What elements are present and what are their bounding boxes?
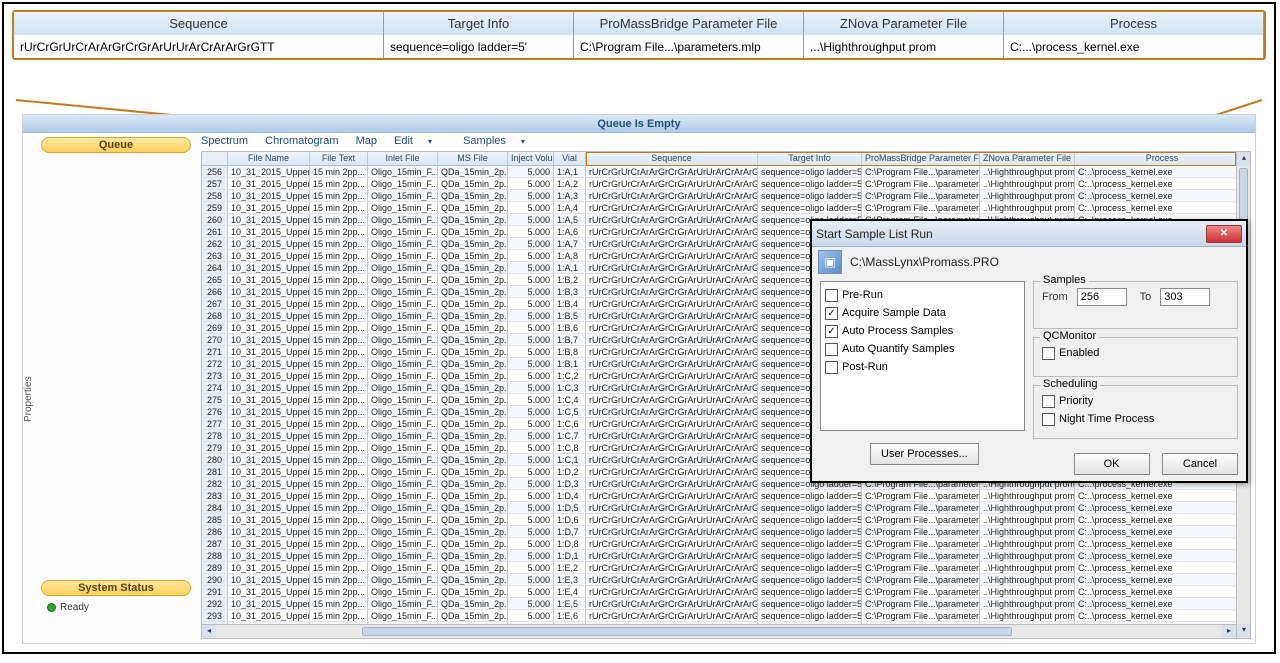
menu-edit[interactable]: Edit▾ [394, 135, 446, 147]
scroll-down-icon[interactable]: ▾ [1237, 624, 1251, 638]
chevron-down-icon: ▾ [428, 137, 432, 146]
checkbox-icon[interactable] [1042, 395, 1055, 408]
menu-chromatogram[interactable]: Chromatogram [265, 135, 338, 147]
hdr-injectvol[interactable]: Inject Volume [508, 152, 554, 165]
table-row[interactable]: 25610_31_2015_Upper...15 min 2pp...Oligo… [202, 166, 1250, 178]
table-row[interactable]: 29110_31_2015_Upper...15 min 2pp...Oligo… [202, 586, 1250, 598]
menu-samples[interactable]: Samples▾ [463, 135, 539, 147]
zoom-val-zn: ...\Highthroughput prom [804, 35, 1004, 58]
grid-header: File Name File Text Inlet File MS File I… [202, 152, 1250, 166]
checkbox-icon[interactable] [825, 361, 838, 374]
table-row[interactable]: 25910_31_2015_Upper...15 min 2pp...Oligo… [202, 202, 1250, 214]
sched-priority[interactable]: Priority [1042, 392, 1229, 410]
checkbox-icon[interactable]: ✓ [825, 307, 838, 320]
table-row[interactable]: 29210_31_2015_Upper...15 min 2pp...Oligo… [202, 598, 1250, 610]
menu-bar: Spectrum Chromatogram Map Edit▾ Samples▾ [201, 135, 553, 147]
opt-postrun[interactable]: Post-Run [825, 358, 1020, 376]
checkbox-icon[interactable]: ✓ [825, 325, 838, 338]
ready-label: Ready [60, 602, 89, 613]
zoom-hdr-target: Target Info [384, 12, 574, 35]
zoom-val-sequence: rUrCrGrUrCrArArGrCrGrArUrUrArCrArArGrGTT [14, 35, 384, 58]
hdr-filetext[interactable]: File Text [310, 152, 368, 165]
zoom-hdr-zn: ZNova Parameter File [804, 12, 1004, 35]
opt-autoquantify[interactable]: Auto Quantify Samples [825, 340, 1020, 358]
from-input[interactable] [1077, 288, 1127, 306]
queue-title: Queue Is Empty [23, 115, 1255, 133]
samples-label: Samples [1040, 274, 1089, 286]
qc-label: QCMonitor [1040, 330, 1099, 342]
zoom-hdr-sequence: Sequence [14, 12, 384, 35]
zoom-val-pm: C:\Program File...\parameters.mlp [574, 35, 804, 58]
queue-pill[interactable]: Queue [41, 137, 191, 153]
scroll-right-icon[interactable]: ▸ [1222, 625, 1236, 639]
chevron-down-icon: ▾ [521, 137, 525, 146]
hdr-process[interactable]: Process [1075, 152, 1250, 165]
status-dot-icon [47, 603, 56, 612]
scroll-thumb[interactable] [362, 627, 1012, 636]
opt-prerun[interactable]: Pre-Run [825, 286, 1020, 304]
checkbox-icon[interactable] [1042, 347, 1055, 360]
from-label: From [1042, 291, 1068, 303]
qc-enabled[interactable]: Enabled [1042, 344, 1229, 362]
to-input[interactable] [1160, 288, 1210, 306]
table-row[interactable]: 28810_31_2015_Upper...15 min 2pp...Oligo… [202, 550, 1250, 562]
cancel-button[interactable]: Cancel [1162, 453, 1238, 475]
table-row[interactable]: 28610_31_2015_Upper...15 min 2pp...Oligo… [202, 526, 1250, 538]
table-row[interactable]: 28710_31_2015_Upper...15 min 2pp...Oligo… [202, 538, 1250, 550]
opt-acquire[interactable]: ✓Acquire Sample Data [825, 304, 1020, 322]
table-row[interactable]: 28910_31_2015_Upper...15 min 2pp...Oligo… [202, 562, 1250, 574]
checkbox-icon[interactable] [825, 289, 838, 302]
horizontal-scrollbar[interactable]: ◂ ▸ [202, 624, 1236, 638]
project-path: C:\MassLynx\Promass.PRO [850, 255, 999, 269]
zoom-hdr-pm: ProMassBridge Parameter File [574, 12, 804, 35]
zoom-callout: Sequence rUrCrGrUrCrArArGrCrGrArUrUrArCr… [12, 10, 1266, 60]
hdr-sequence[interactable]: Sequence [586, 152, 758, 165]
dialog-title: Start Sample List Run [816, 227, 933, 241]
hdr-znfile[interactable]: ZNova Parameter File [980, 152, 1075, 165]
sched-label: Scheduling [1040, 378, 1100, 390]
hdr-vial[interactable]: Vial [554, 152, 586, 165]
checkbox-icon[interactable] [825, 343, 838, 356]
to-label: To [1140, 291, 1152, 303]
hdr-filename[interactable]: File Name [228, 152, 310, 165]
scroll-left-icon[interactable]: ◂ [202, 625, 216, 639]
options-list: Pre-Run ✓Acquire Sample Data ✓Auto Proce… [820, 281, 1025, 431]
table-row[interactable]: 28310_31_2015_Upper...15 min 2pp...Oligo… [202, 490, 1250, 502]
start-run-dialog: Start Sample List Run ✕ ▣ C:\MassLynx\Pr… [810, 219, 1248, 483]
opt-autoprocess[interactable]: ✓Auto Process Samples [825, 322, 1020, 340]
system-status-pill[interactable]: System Status [41, 580, 191, 596]
table-row[interactable]: 28510_31_2015_Upper...15 min 2pp...Oligo… [202, 514, 1250, 526]
scheduling-group: Scheduling Priority Night Time Process [1033, 385, 1238, 439]
menu-spectrum[interactable]: Spectrum [201, 135, 248, 147]
zoom-hdr-proc: Process [1004, 12, 1264, 35]
menu-map[interactable]: Map [356, 135, 377, 147]
samples-group: Samples From To [1033, 281, 1238, 329]
sched-night[interactable]: Night Time Process [1042, 410, 1229, 428]
properties-tab[interactable]: Properties [23, 135, 39, 663]
table-row[interactable]: 25710_31_2015_Upper...15 min 2pp...Oligo… [202, 178, 1250, 190]
hdr-pmfile[interactable]: ProMassBridge Parameter File [862, 152, 980, 165]
user-processes-button[interactable]: User Processes... [870, 443, 979, 465]
qcmonitor-group: QCMonitor Enabled [1033, 337, 1238, 377]
table-row[interactable]: 29010_31_2015_Upper...15 min 2pp...Oligo… [202, 574, 1250, 586]
zoom-val-proc: C:...\process_kernel.exe [1004, 35, 1264, 58]
hdr-rownum[interactable] [202, 152, 228, 165]
hdr-msfile[interactable]: MS File [438, 152, 508, 165]
hdr-target[interactable]: Target Info [758, 152, 862, 165]
checkbox-icon[interactable] [1042, 413, 1055, 426]
hdr-inletfile[interactable]: Inlet File [368, 152, 438, 165]
zoom-val-target: sequence=oligo ladder=5' [384, 35, 574, 58]
table-row[interactable]: 25810_31_2015_Upper...15 min 2pp...Oligo… [202, 190, 1250, 202]
table-row[interactable]: 29310_31_2015_Upper...15 min 2pp...Oligo… [202, 610, 1250, 622]
ok-button[interactable]: OK [1074, 453, 1150, 475]
scroll-up-icon[interactable]: ▴ [1237, 152, 1251, 166]
close-button[interactable]: ✕ [1206, 225, 1242, 243]
table-row[interactable]: 28410_31_2015_Upper...15 min 2pp...Oligo… [202, 502, 1250, 514]
project-icon: ▣ [818, 250, 842, 274]
